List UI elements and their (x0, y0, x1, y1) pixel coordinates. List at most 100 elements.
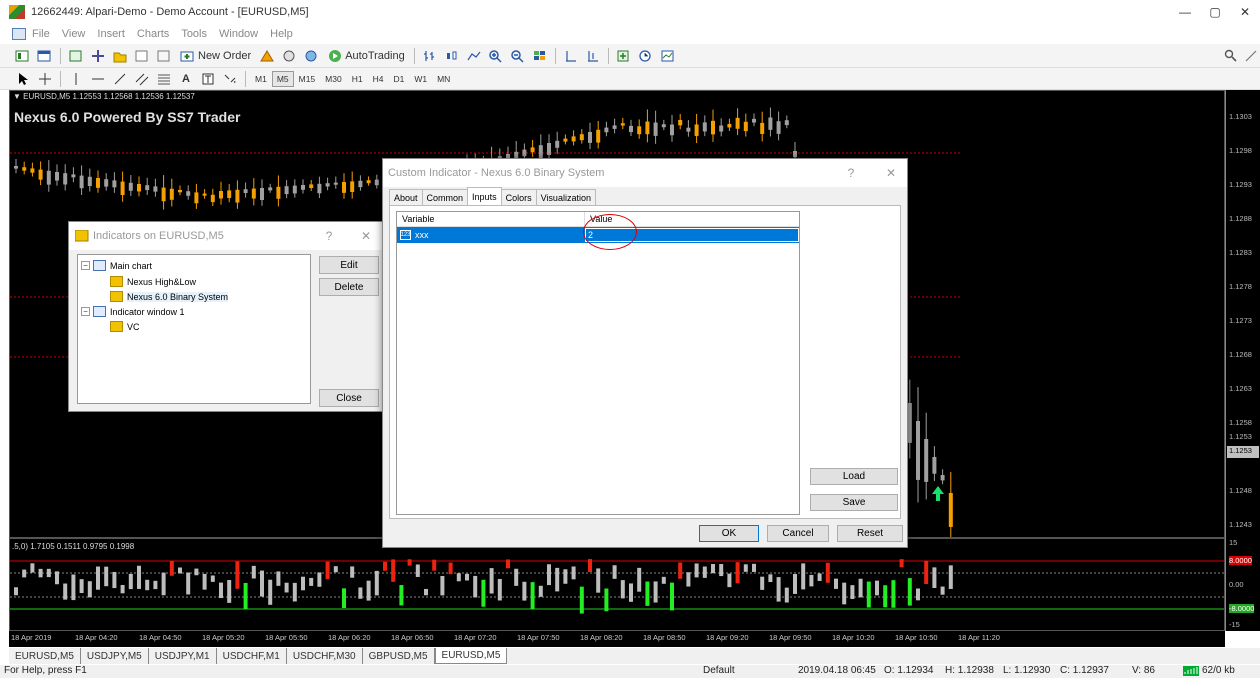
column-variable[interactable]: Variable (397, 212, 585, 226)
menu-tools[interactable]: Tools (175, 28, 213, 40)
text-icon[interactable]: A (177, 70, 195, 88)
new-order-button[interactable]: New Order (177, 47, 254, 65)
periods-icon[interactable] (637, 47, 655, 65)
market-watch-icon[interactable] (67, 47, 85, 65)
tile-windows-icon[interactable] (531, 47, 549, 65)
crosshair-icon[interactable] (36, 70, 54, 88)
community-icon[interactable] (1242, 47, 1260, 65)
tree-node-main-chart[interactable]: − Main chart (81, 260, 152, 271)
help-button[interactable]: ? (839, 159, 863, 187)
candle (555, 140, 560, 148)
column-value[interactable]: Value (585, 212, 799, 226)
timeframe-m5[interactable]: M5 (271, 70, 294, 87)
bar-chart-icon[interactable] (421, 47, 439, 65)
tree-node-indicator-window[interactable]: − Indicator window 1 (81, 306, 185, 317)
terminal-icon[interactable] (133, 47, 151, 65)
profiles-icon[interactable] (36, 47, 54, 65)
oscillator-bar (260, 570, 264, 597)
chart-window-icon[interactable] (12, 28, 26, 40)
fibonacci-icon[interactable] (155, 70, 173, 88)
autotrading-button[interactable]: AutoTrading (324, 47, 408, 65)
timeframe-h1[interactable]: H1 (347, 71, 368, 87)
value-input[interactable]: 2 (585, 228, 799, 242)
menu-view[interactable]: View (56, 28, 92, 40)
timeframe-h4[interactable]: H4 (368, 71, 389, 87)
vertical-line-icon[interactable] (67, 70, 85, 88)
dialog-close-icon[interactable]: ✕ (879, 159, 903, 187)
timeframe-m1[interactable]: M1 (250, 71, 272, 87)
chart-tab[interactable]: USDCHF,M1 (217, 648, 287, 664)
close-window-button[interactable]: ✕ (1230, 0, 1260, 24)
chart-tab[interactable]: USDJPY,M1 (149, 648, 217, 664)
navigator-icon[interactable] (111, 47, 129, 65)
value-cell[interactable]: 2 (584, 227, 799, 243)
chart-tab-active[interactable]: EURUSD,M5 (434, 648, 508, 664)
new-chart-icon[interactable] (14, 47, 32, 65)
timeframe-w1[interactable]: W1 (409, 71, 432, 87)
maximize-button[interactable]: ▢ (1200, 0, 1230, 24)
timeframe-m15[interactable]: M15 (294, 71, 321, 87)
menu-charts[interactable]: Charts (131, 28, 175, 40)
close-button[interactable]: Close (319, 389, 379, 407)
indicator-icon (110, 276, 123, 287)
tab-inputs[interactable]: Inputs (467, 187, 502, 205)
arrows-icon[interactable] (221, 70, 239, 88)
zoom-out-icon[interactable] (509, 47, 527, 65)
save-button[interactable]: Save (810, 494, 898, 511)
timeframe-d1[interactable]: D1 (388, 71, 409, 87)
minimize-button[interactable]: — (1170, 0, 1200, 24)
chart-tab[interactable]: USDCHF,M30 (287, 648, 363, 664)
text-label-icon[interactable] (199, 70, 217, 88)
oscillator-bar (46, 568, 51, 578)
chart-tab[interactable]: GBPUSD,M5 (363, 648, 435, 664)
input-row[interactable]: 123 xxx 2 (397, 227, 799, 243)
edit-button[interactable]: Edit (319, 256, 379, 274)
oscillator-bar (87, 581, 92, 598)
tree-item-nexus-binary[interactable]: Nexus 6.0 Binary System (110, 291, 229, 302)
reset-button[interactable]: Reset (837, 525, 903, 542)
tree-item-nexus-high-low[interactable]: Nexus High&Low (110, 276, 196, 287)
help-button[interactable]: ? (317, 222, 341, 250)
templates-icon[interactable] (659, 47, 677, 65)
chart-tabs: EURUSD,M5 USDJPY,M5 USDJPY,M1 USDCHF,M1 … (9, 648, 1260, 664)
data-window-icon[interactable] (89, 47, 107, 65)
indicator-subwindow[interactable]: .5,0) 1.7105 0.1511 0.9795 0.1998 (9, 538, 1225, 631)
collapse-icon[interactable]: − (81, 307, 90, 316)
menu-window[interactable]: Window (213, 28, 264, 40)
oscillator-bar (194, 568, 199, 576)
cancel-button[interactable]: Cancel (767, 525, 829, 542)
tab-common[interactable]: Common (421, 189, 469, 205)
dialog-close-icon[interactable]: ✕ (354, 222, 378, 250)
time-label: 18 Apr 09:50 (769, 633, 812, 642)
tab-colors[interactable]: Colors (500, 189, 537, 205)
load-button[interactable]: Load (810, 468, 898, 485)
menu-file[interactable]: File (26, 28, 56, 40)
tree-item-vc[interactable]: VC (110, 321, 140, 332)
collapse-icon[interactable]: − (81, 261, 90, 270)
menu-insert[interactable]: Insert (91, 28, 131, 40)
trendline-icon[interactable] (111, 70, 129, 88)
chart-tab[interactable]: USDJPY,M5 (81, 648, 149, 664)
timeframe-mn[interactable]: MN (432, 71, 455, 87)
indicators-icon[interactable] (615, 47, 633, 65)
horizontal-line-icon[interactable] (89, 70, 107, 88)
tab-visualization[interactable]: Visualization (535, 189, 596, 205)
tab-about[interactable]: About (389, 189, 423, 205)
chart-tab[interactable]: EURUSD,M5 (9, 648, 81, 664)
chart-shift-icon[interactable] (562, 47, 580, 65)
auto-scroll-icon[interactable] (584, 47, 602, 65)
line-chart-icon[interactable] (465, 47, 483, 65)
strategy-tester-icon[interactable] (155, 47, 173, 65)
web-icon[interactable] (302, 47, 320, 65)
signals-icon[interactable] (280, 47, 298, 65)
zoom-in-icon[interactable] (487, 47, 505, 65)
candlestick-icon[interactable] (443, 47, 461, 65)
delete-button[interactable]: Delete (319, 278, 379, 296)
metaeditor-icon[interactable] (258, 47, 276, 65)
cursor-icon[interactable] (14, 70, 32, 88)
search-icon[interactable] (1222, 47, 1240, 65)
ok-button[interactable]: OK (699, 525, 759, 542)
equidistant-channel-icon[interactable] (133, 70, 151, 88)
timeframe-m30[interactable]: M30 (320, 71, 347, 87)
menu-help[interactable]: Help (264, 28, 299, 40)
